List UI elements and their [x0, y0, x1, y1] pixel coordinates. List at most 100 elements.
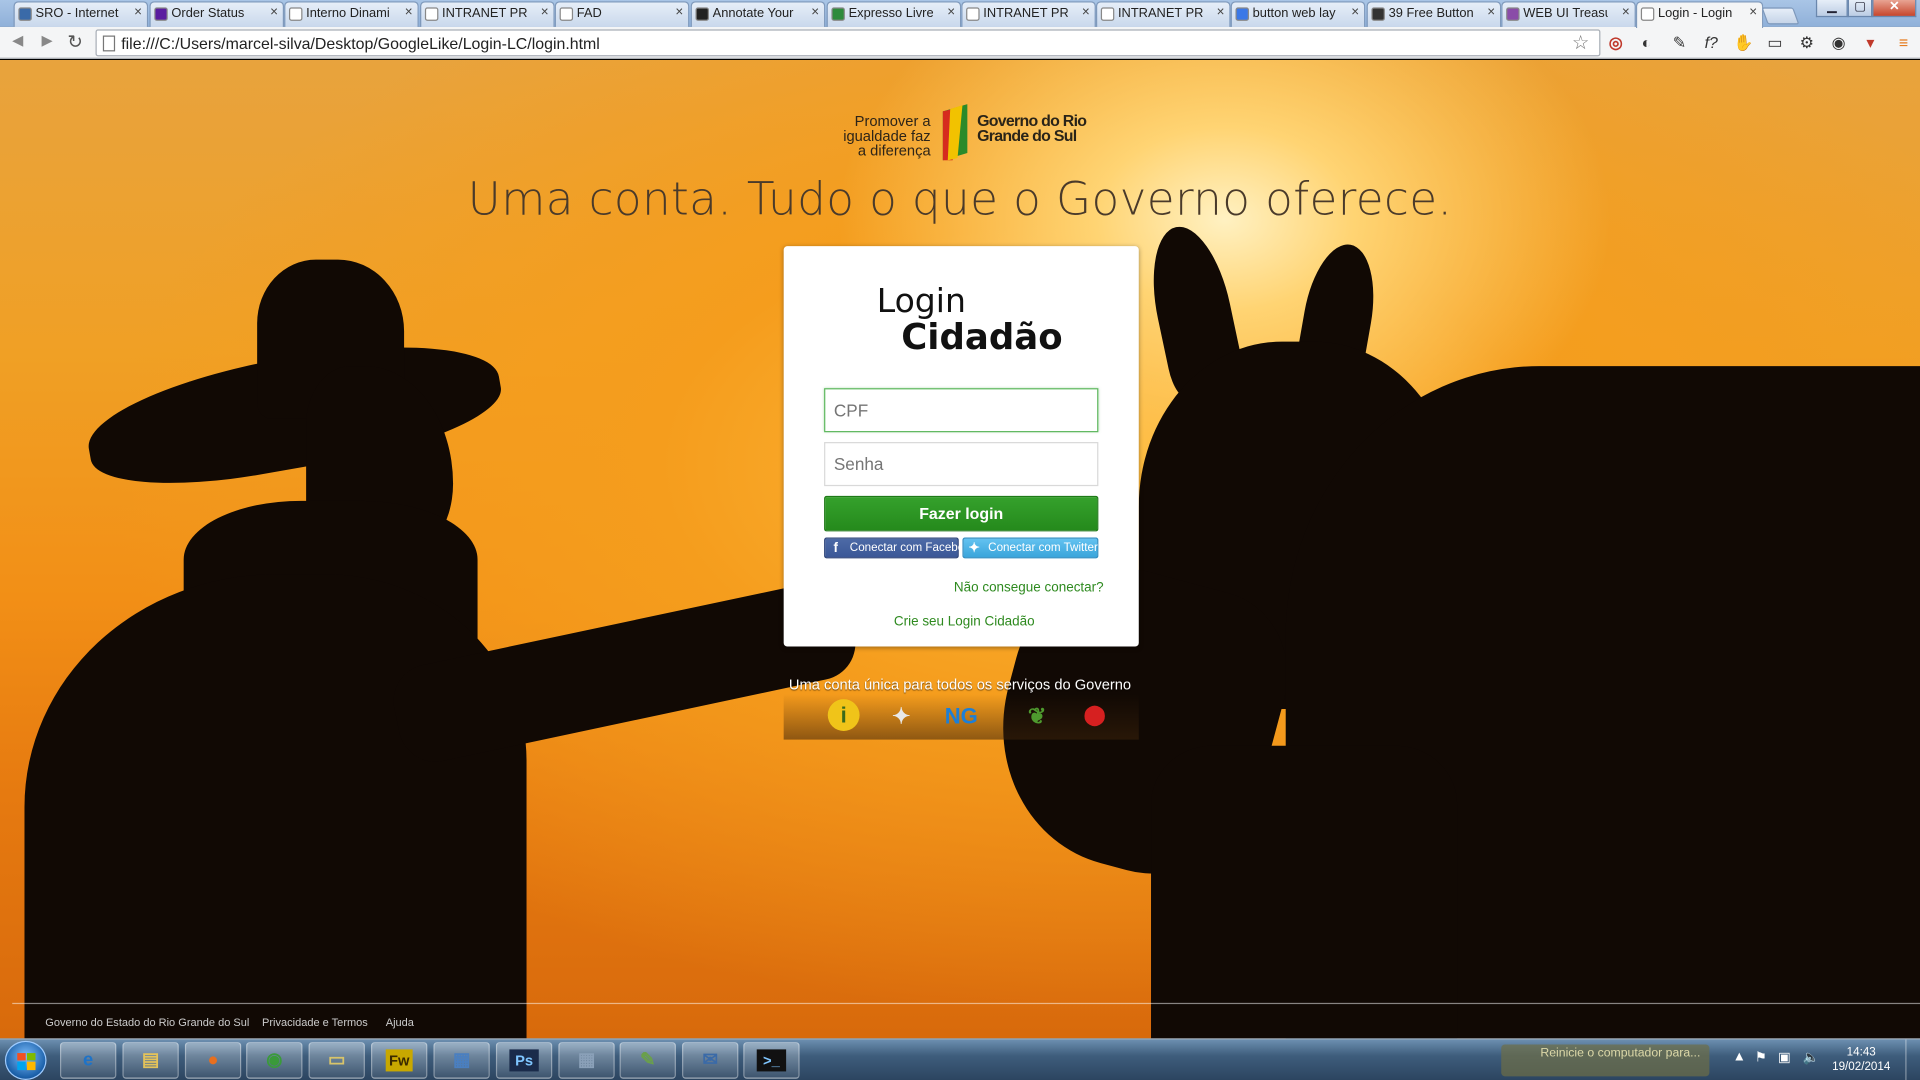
- procergs-service-icon[interactable]: NG: [944, 699, 978, 733]
- password-input[interactable]: [824, 442, 1099, 487]
- browser-tab[interactable]: Order Status ×: [149, 1, 285, 27]
- tab-close-icon[interactable]: ×: [134, 5, 142, 20]
- extension-gear-icon[interactable]: ⚙: [1798, 33, 1816, 51]
- taskbar-photoshop-button[interactable]: Ps: [495, 1042, 553, 1079]
- tab-close-icon[interactable]: ×: [1351, 5, 1359, 20]
- notification-popup[interactable]: Reinicie o computador para...: [1501, 1044, 1710, 1077]
- taskbar-file-explorer-button[interactable]: ▤: [122, 1042, 179, 1079]
- maximize-button[interactable]: ▢: [1847, 0, 1873, 18]
- extension-font-icon[interactable]: f?: [1702, 33, 1720, 51]
- footer-link[interactable]: Governo do Estado do Rio Grande do Sul: [45, 1016, 249, 1028]
- browser-tab[interactable]: Expresso Livre ×: [826, 1, 962, 27]
- taskbar-fireworks-button[interactable]: Fw: [371, 1042, 428, 1079]
- network-icon[interactable]: ▣: [1778, 1049, 1791, 1066]
- extension-stop-icon[interactable]: ◎: [1607, 33, 1625, 51]
- photoshop-icon: Ps: [508, 1049, 540, 1072]
- login-card: Login Cidadão Fazer login f Conectar com…: [783, 246, 1139, 647]
- page-tagline: Uma conta. Tudo o que o Governo oferece.: [467, 172, 1453, 226]
- system-clock[interactable]: 14:43 19/02/2014: [1822, 1046, 1900, 1075]
- twitter-connect-button[interactable]: ✦ Conectar com Twitter: [962, 537, 1099, 559]
- close-window-button[interactable]: ✕: [1872, 0, 1917, 18]
- taskbar-windows-explorer-button[interactable]: ▦: [433, 1042, 490, 1079]
- state-map-service-icon[interactable]: ✦: [884, 699, 918, 733]
- tab-close-icon[interactable]: ×: [811, 5, 819, 20]
- start-button[interactable]: [4, 1040, 47, 1080]
- taskbar-calculator-button[interactable]: ▦: [558, 1042, 615, 1079]
- tab-close-icon[interactable]: ×: [675, 5, 683, 20]
- extension-moon-icon[interactable]: ◐: [1637, 33, 1655, 51]
- minimize-button[interactable]: ▁: [1815, 0, 1848, 18]
- cpf-input[interactable]: [824, 388, 1099, 433]
- tab-close-icon[interactable]: ×: [1622, 5, 1630, 20]
- windows-logo-icon: [17, 1053, 36, 1071]
- firefox-icon: ●: [207, 1049, 219, 1071]
- browser-tab[interactable]: INTRANET PRO ×: [961, 1, 1096, 27]
- volume-icon[interactable]: 🔈: [1802, 1049, 1819, 1066]
- browser-tab[interactable]: 39 Free Button ×: [1366, 1, 1502, 27]
- extension-pocket-icon[interactable]: ▾: [1861, 33, 1879, 51]
- browser-tab[interactable]: INTRANET PRO ×: [420, 1, 555, 27]
- footer-link[interactable]: Privacidade e Termos: [262, 1016, 368, 1028]
- browser-tab[interactable]: FAD ×: [554, 1, 690, 27]
- extension-window-icon[interactable]: ▭: [1766, 33, 1784, 51]
- taskbar-folder-button[interactable]: ▭: [308, 1042, 365, 1079]
- tab-favicon-icon: [1640, 7, 1655, 21]
- action-center-flag-icon[interactable]: ⚑: [1755, 1049, 1767, 1066]
- create-account-link[interactable]: Crie seu Login Cidadão: [894, 615, 1035, 630]
- address-bar[interactable]: file:///C:/Users/marcel-silva/Desktop/Go…: [95, 29, 1601, 57]
- footer-link[interactable]: Ajuda: [386, 1016, 414, 1028]
- browser-tab[interactable]: WEB UI Treasu ×: [1501, 1, 1636, 27]
- windows-explorer-icon: ▦: [452, 1049, 471, 1071]
- internet-explorer-icon: e: [83, 1049, 94, 1071]
- reload-icon[interactable]: ↻: [67, 31, 82, 53]
- browser-tab[interactable]: INTRANET PRO ×: [1095, 1, 1231, 27]
- show-desktop-button[interactable]: [1905, 1039, 1920, 1080]
- login-button[interactable]: Fazer login: [824, 495, 1099, 532]
- forward-arrow-icon[interactable]: ►: [38, 31, 56, 52]
- tab-close-icon[interactable]: ×: [1217, 5, 1225, 20]
- tab-favicon-icon: [1235, 7, 1249, 21]
- login-page: Promover a igualdade faz a diferença Gov…: [0, 60, 1920, 1039]
- tab-favicon-icon: [288, 7, 303, 21]
- show-hidden-icons[interactable]: ▲: [1733, 1049, 1746, 1064]
- brand-title-cidadao: Cidadão: [901, 315, 1063, 358]
- tab-close-icon[interactable]: ×: [1749, 5, 1757, 20]
- tab-label: Interno Dinami: [306, 6, 390, 21]
- menu-icon[interactable]: ≡: [1894, 33, 1912, 51]
- government-name: Governo do Rio Grande do Sul: [977, 111, 1087, 145]
- tab-close-icon[interactable]: ×: [405, 5, 413, 20]
- tab-close-icon[interactable]: ×: [1082, 5, 1090, 20]
- info-service-icon[interactable]: i: [827, 699, 860, 732]
- chrome-icon: ◉: [266, 1049, 283, 1071]
- extension-circle-icon[interactable]: ◉: [1829, 33, 1847, 51]
- taskbar-firefox-button[interactable]: ●: [184, 1042, 242, 1079]
- flag-logo-icon: [942, 104, 968, 161]
- extension-tools-icon[interactable]: ✎: [1670, 33, 1688, 51]
- taskbar-thunderbird-button[interactable]: ✉: [682, 1042, 739, 1079]
- cannot-connect-link[interactable]: Não consegue conectar?: [954, 580, 1104, 595]
- new-tab-button[interactable]: [1761, 7, 1800, 25]
- tab-close-icon[interactable]: ×: [1487, 5, 1495, 20]
- bookmark-star-icon[interactable]: ☆: [1572, 31, 1590, 55]
- map-pin-service-icon[interactable]: ⬤: [1078, 699, 1112, 733]
- tab-close-icon[interactable]: ×: [947, 5, 955, 20]
- tab-favicon-icon: [18, 7, 32, 21]
- browser-tab[interactable]: SRO - Internet ×: [13, 1, 149, 27]
- taskbar-internet-explorer-button[interactable]: e: [60, 1042, 117, 1079]
- browser-tab[interactable]: Interno Dinami ×: [284, 1, 419, 27]
- taskbar-notepad-button[interactable]: ✎: [619, 1042, 676, 1079]
- unique-account-text: Uma conta única para todos os serviços d…: [788, 675, 1132, 694]
- tab-close-icon[interactable]: ×: [541, 5, 549, 20]
- folder-icon: ▭: [328, 1049, 346, 1071]
- windows-taskbar: e ▤ ● ◉ ▭ Fw ▦ Ps ▦ ✎ ✉ >_ Reinicie o computador pa…: [0, 1038, 1920, 1080]
- back-arrow-icon[interactable]: ◄: [9, 31, 27, 52]
- taskbar-chrome-button[interactable]: ◉: [246, 1042, 303, 1079]
- browser-tab[interactable]: button web lay ×: [1230, 1, 1366, 27]
- tab-close-icon[interactable]: ×: [270, 5, 278, 20]
- taskbar-command-prompt-button[interactable]: >_: [743, 1042, 800, 1079]
- facebook-connect-button[interactable]: f Conectar com Facebook: [824, 537, 977, 559]
- browser-tab[interactable]: Annotate Your ×: [690, 1, 826, 27]
- extension-hand-icon[interactable]: ✋: [1734, 33, 1754, 51]
- browser-tab[interactable]: Login - Login C ×: [1635, 1, 1764, 29]
- leaves-service-icon[interactable]: ❦: [1020, 699, 1054, 733]
